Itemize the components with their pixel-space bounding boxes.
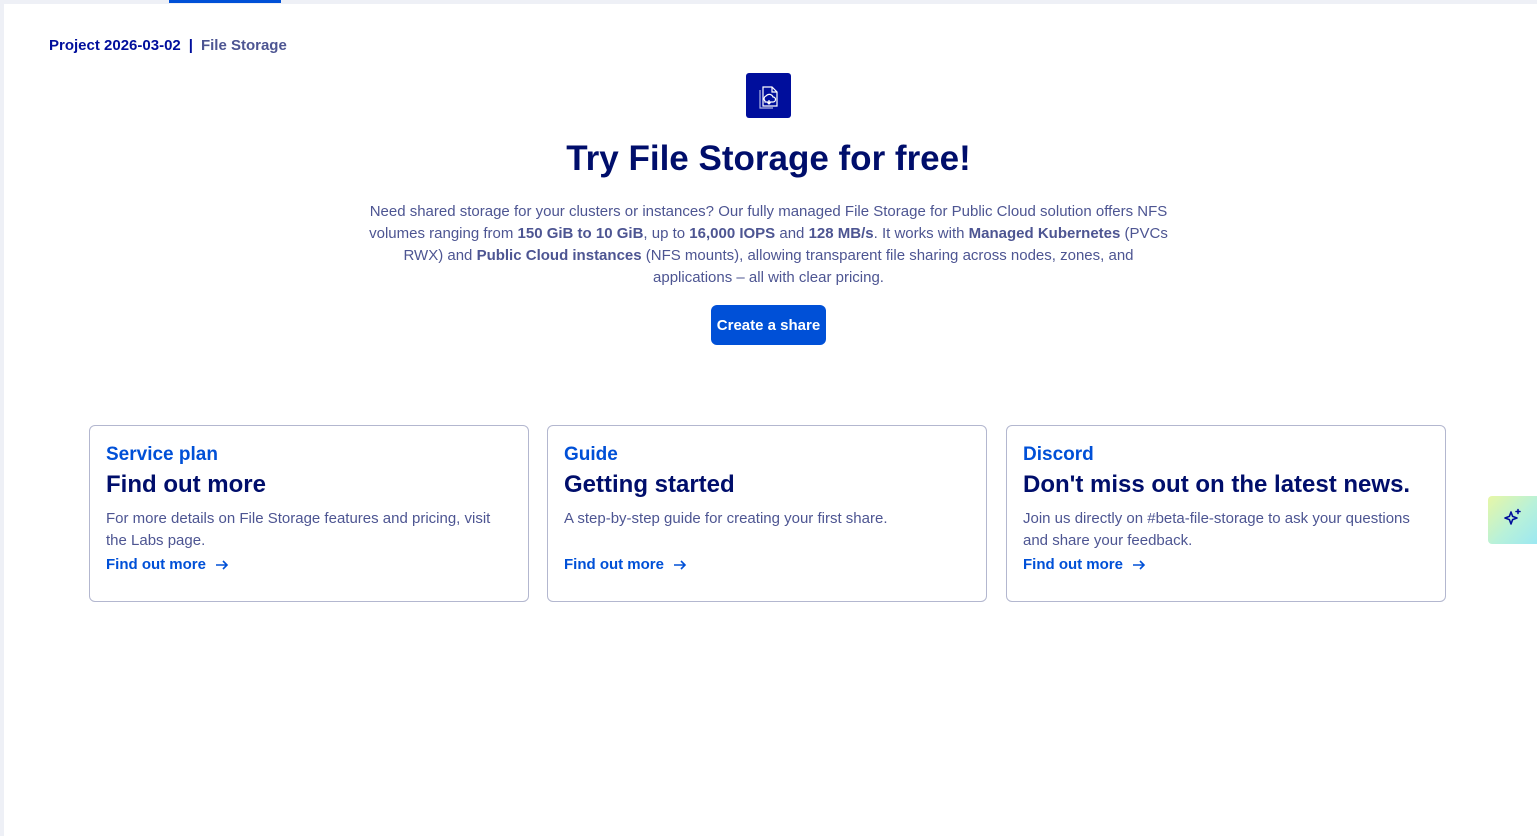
arrow-right-icon [1131,557,1147,573]
link-label: Find out more [564,556,664,573]
card-kicker: Discord [1023,444,1094,465]
active-tab-indicator [169,0,281,3]
link-label: Find out more [1023,556,1123,573]
ai-assistant-button[interactable] [1488,496,1537,544]
card-kicker: Guide [564,444,618,465]
card-guide: Guide Getting started A step-by-step gui… [547,425,987,602]
card-discord: Discord Don't miss out on the latest new… [1006,425,1446,602]
find-out-more-link[interactable]: Find out more [106,556,230,573]
find-out-more-link[interactable]: Find out more [564,556,688,573]
find-out-more-link[interactable]: Find out more [1023,556,1147,573]
arrow-right-icon [672,557,688,573]
sidebar-edge [0,0,4,836]
card-body: A step-by-step guide for creating your f… [564,510,888,527]
card-title: Don't miss out on the latest news. [1023,471,1411,498]
card-kicker: Service plan [106,444,218,465]
breadcrumb-current-page: File Storage [200,37,287,54]
create-share-button[interactable]: Create a share [711,305,826,345]
page: Project 2026-03-02 | File Storage Try Fi… [0,0,1537,836]
card-title: Find out more [106,471,266,498]
page-title: Try File Storage for free! [566,139,971,178]
breadcrumb-separator: | [188,37,193,54]
sparkle-icon [1502,507,1524,534]
card-service-plan: Service plan Find out more For more deta… [89,425,529,602]
breadcrumb: Project 2026-03-02 | File Storage [49,36,287,56]
card-body: For more details on File Storage feature… [106,510,491,549]
arrow-right-icon [214,557,230,573]
hero-description: Need shared storage for your clusters or… [369,203,1168,286]
card-title: Getting started [564,471,735,498]
breadcrumb-project-link[interactable]: Project 2026-03-02 [49,36,181,56]
card-body: Join us directly on #beta-file-storage t… [1023,510,1410,549]
link-label: Find out more [106,556,206,573]
file-storage-cloud-icon [746,73,791,118]
